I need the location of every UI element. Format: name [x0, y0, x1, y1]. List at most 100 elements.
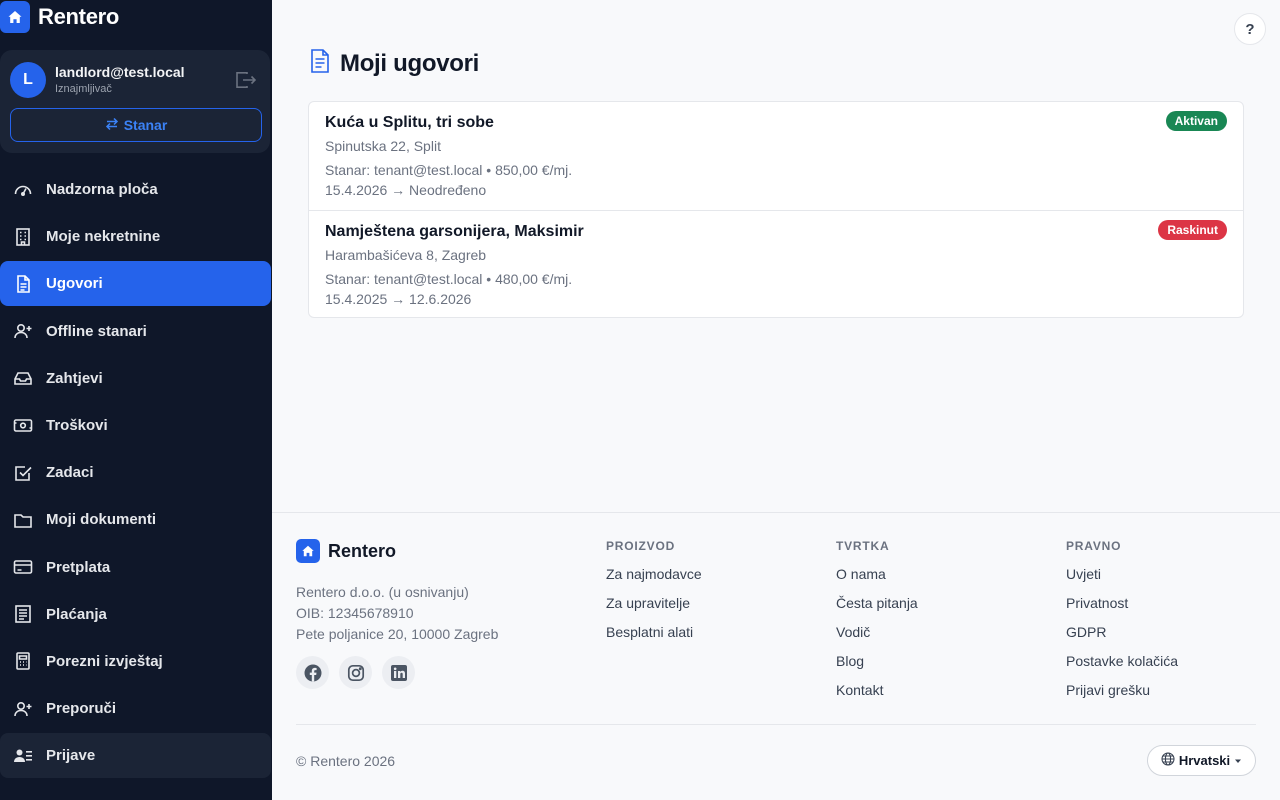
sidebar-item-label: Plaćanja: [46, 605, 107, 623]
switch-role-label: Stanar: [123, 117, 168, 133]
footer-link[interactable]: O nama: [836, 566, 918, 595]
sidebar-item-label: Zahtjevi: [46, 369, 103, 387]
footer-column-heading: PROIZVOD: [606, 539, 676, 553]
help-button[interactable]: ?: [1234, 13, 1266, 45]
sidebar-item-subscription[interactable]: Pretplata: [0, 545, 271, 590]
footer-link[interactable]: Vodič: [836, 624, 918, 653]
contract-title: Kuća u Splitu, tri sobe: [325, 114, 494, 131]
sidebar-item-tasks[interactable]: Zadaci: [0, 450, 271, 495]
language-select[interactable]: Hrvatski: [1147, 745, 1256, 776]
user-email: landlord@test.local: [55, 64, 185, 80]
home-icon: [296, 539, 320, 563]
footer-brand-name: Rentero: [328, 540, 397, 561]
footer-link[interactable]: Za najmodavce: [606, 566, 702, 595]
home-icon: [0, 1, 30, 33]
footer-link[interactable]: GDPR: [1066, 624, 1178, 653]
sidebar-item-properties[interactable]: Moje nekretnine: [0, 214, 271, 259]
sidebar-nav: Nadzorna ploča Moje nekretnine Ugovori O…: [0, 167, 272, 780]
company-oib: OIB: 12345678910: [296, 605, 414, 621]
checkbox-icon: [12, 462, 34, 484]
document-icon: [310, 48, 330, 79]
sidebar-item-documents[interactable]: Moji dokumenti: [0, 497, 271, 542]
copyright: © Rentero 2026: [296, 753, 396, 769]
brand[interactable]: Rentero: [0, 0, 119, 34]
sidebar-item-label: Prijave: [46, 747, 96, 765]
sidebar-item-reports[interactable]: Prijave: [0, 733, 271, 779]
sidebar-item-label: Pretplata: [46, 558, 111, 576]
user-plus-icon: [12, 698, 34, 720]
document-icon: [12, 273, 34, 295]
calculator-icon: [12, 650, 34, 672]
linkedin-icon[interactable]: [382, 656, 415, 689]
footer-link[interactable]: Blog: [836, 653, 918, 682]
footer-brand[interactable]: Rentero: [296, 539, 396, 563]
contract-address: Harambašićeva 8, Zagreb: [325, 247, 487, 263]
status-badge: Aktivan: [1165, 111, 1227, 131]
user-plus-icon: [12, 320, 34, 342]
footer-link[interactable]: Privatnost: [1066, 595, 1178, 624]
footer-link[interactable]: Česta pitanja: [836, 595, 918, 624]
cash-icon: [12, 414, 34, 436]
footer-link[interactable]: Postavke kolačića: [1066, 653, 1178, 682]
status-badge: Raskinut: [1158, 220, 1227, 240]
sidebar: Rentero L landlord@test.local Iznajmljiv…: [0, 0, 272, 800]
instagram-icon[interactable]: [339, 656, 372, 689]
footer-column-heading: PRAVNO: [1066, 539, 1122, 553]
sidebar-item-referral[interactable]: Preporuči: [0, 686, 271, 731]
social-links: [296, 656, 415, 689]
globe-icon: [1161, 752, 1175, 769]
footer-column-product: PROIZVOD Za najmodavce Za upravitelje Be…: [606, 539, 702, 653]
contract-dates: 15.4.2026 → Neodređeno: [325, 182, 487, 198]
contract-meta: Stanar: tenant@test.local • 850,00 €/mj.: [325, 162, 573, 178]
sidebar-item-expenses[interactable]: Troškovi: [0, 403, 271, 448]
sidebar-item-label: Offline stanari: [46, 322, 147, 340]
contract-title: Namještena garsonijera, Maksimir: [325, 223, 584, 240]
switch-role-button[interactable]: Stanar: [10, 108, 262, 142]
user-list-icon: [12, 745, 34, 767]
footer-link[interactable]: Prijavi grešku: [1066, 682, 1178, 711]
footer-column-legal: PRAVNO Uvjeti Privatnost GDPR Postavke k…: [1066, 539, 1178, 711]
building-icon: [12, 226, 34, 248]
page-title: Moji ugovori: [340, 49, 480, 77]
contract-meta: Stanar: tenant@test.local • 480,00 €/mj.: [325, 271, 573, 287]
page-header: Moji ugovori: [310, 48, 479, 79]
sidebar-item-offline-tenants[interactable]: Offline stanari: [0, 309, 271, 354]
company-info: Rentero d.o.o. (u osnivanju) OIB: 123456…: [296, 582, 498, 645]
facebook-icon[interactable]: [296, 656, 329, 689]
contract-item[interactable]: Kuća u Splitu, tri sobe Spinutska 22, Sp…: [309, 102, 1243, 210]
footer-link[interactable]: Za upravitelje: [606, 595, 702, 624]
user-role: Iznajmljivač: [55, 83, 112, 95]
sidebar-item-label: Ugovori: [46, 275, 103, 293]
language-label: Hrvatski: [1178, 753, 1231, 768]
logout-icon[interactable]: [234, 70, 258, 90]
contract-list: Kuća u Splitu, tri sobe Spinutska 22, Sp…: [308, 101, 1244, 318]
footer-link[interactable]: Besplatni alati: [606, 624, 702, 653]
footer: Rentero Rentero d.o.o. (u osnivanju) OIB…: [272, 512, 1280, 800]
inbox-icon: [12, 367, 34, 389]
sidebar-item-label: Moji dokumenti: [46, 511, 156, 529]
sidebar-item-requests[interactable]: Zahtjevi: [0, 356, 271, 401]
sidebar-item-contracts[interactable]: Ugovori: [0, 261, 271, 307]
user-card: L landlord@test.local Iznajmljivač Stana…: [0, 50, 270, 153]
brand-name: Rentero: [38, 4, 120, 29]
contract-address: Spinutska 22, Split: [325, 138, 441, 154]
sidebar-item-label: Troškovi: [46, 416, 108, 434]
contract-item[interactable]: Namještena garsonijera, Maksimir Haramba…: [309, 210, 1243, 317]
sidebar-item-payments[interactable]: Plaćanja: [0, 592, 271, 637]
sidebar-item-label: Preporuči: [46, 700, 117, 718]
sidebar-item-dashboard[interactable]: Nadzorna ploča: [0, 167, 271, 212]
footer-link[interactable]: Kontakt: [836, 682, 918, 711]
sidebar-item-label: Nadzorna ploča: [46, 181, 158, 198]
avatar: L: [10, 62, 46, 98]
credit-card-icon: [12, 556, 34, 578]
sidebar-item-label: Zadaci: [46, 464, 94, 482]
folder-icon: [12, 509, 34, 531]
company-name: Rentero d.o.o. (u osnivanju): [296, 584, 469, 600]
sidebar-item-label: Porezni izvještaj: [46, 652, 163, 670]
switch-icon: [105, 117, 119, 134]
sidebar-item-label: Moje nekretnine: [46, 228, 161, 246]
sidebar-item-tax-report[interactable]: Porezni izvještaj: [0, 639, 271, 684]
dashboard-icon: [12, 179, 34, 201]
footer-link[interactable]: Uvjeti: [1066, 566, 1178, 595]
receipt-icon: [12, 603, 34, 625]
